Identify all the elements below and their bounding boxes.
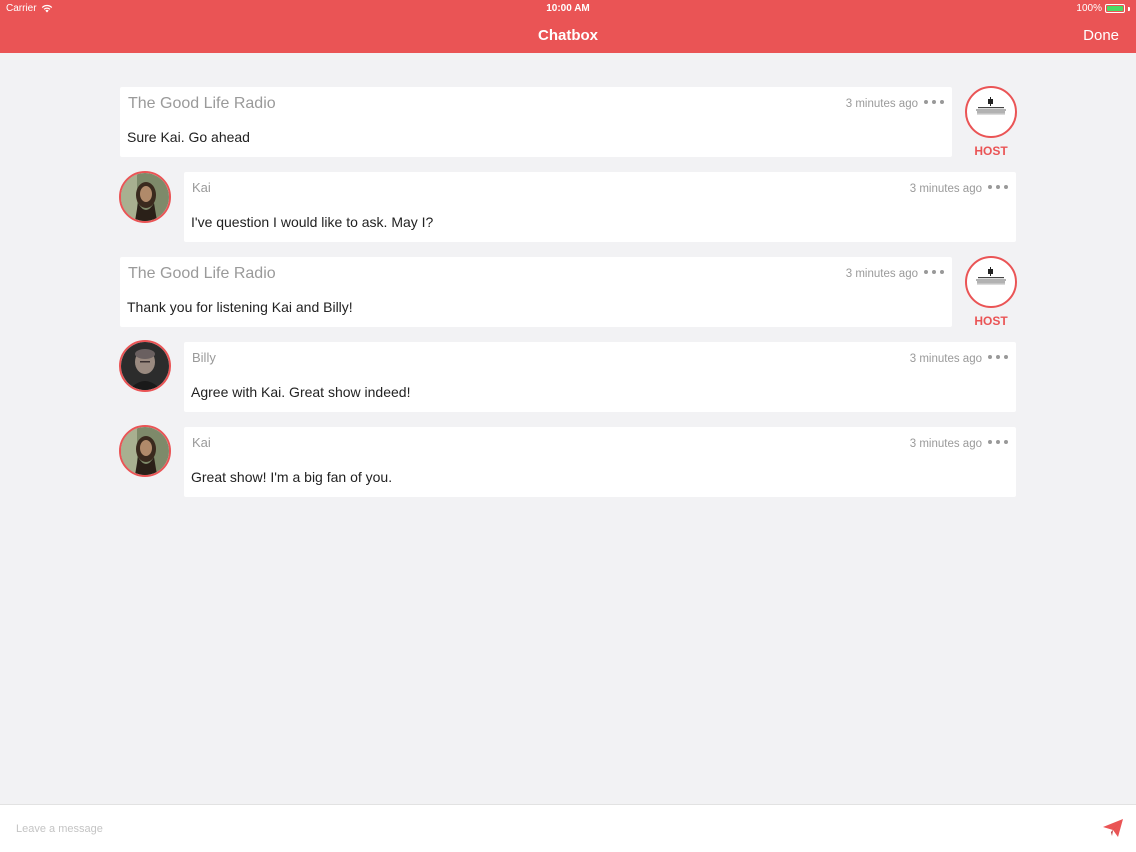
user-avatar[interactable] (119, 340, 171, 392)
message-text: Great show! I'm a big fan of you. (191, 469, 393, 485)
message-sender: The Good Life Radio (128, 265, 276, 282)
user-photo-billy (121, 342, 169, 390)
more-options-icon[interactable] (924, 265, 944, 279)
message-time: 3 minutes ago (845, 98, 918, 110)
message-sender: Kai (192, 180, 211, 195)
message-text: Sure Kai. Go ahead (127, 129, 250, 145)
battery-percent: 100% (1076, 3, 1102, 14)
user-photo-kai (121, 427, 169, 475)
host-badge: HOST (974, 314, 1008, 328)
battery-tip (1128, 6, 1130, 11)
radio-logo-icon (976, 267, 1006, 285)
battery-indicator: 100% (1076, 3, 1130, 14)
message-composer (0, 804, 1136, 852)
user-avatar[interactable] (119, 171, 171, 223)
message-bubble: Billy 3 minutes ago Agree with Kai. Grea… (184, 342, 1016, 412)
message-time: 3 minutes ago (845, 268, 918, 280)
message-input[interactable] (10, 815, 1080, 843)
page-title: Chatbox (538, 27, 598, 44)
message-text: Thank you for listening Kai and Billy! (127, 299, 353, 315)
message-sender: Kai (192, 435, 211, 450)
paper-plane-icon[interactable] (1101, 816, 1125, 840)
host-avatar[interactable] (965, 256, 1017, 308)
more-options-icon[interactable] (988, 435, 1008, 449)
user-avatar[interactable] (119, 425, 171, 477)
message-bubble: Kai 3 minutes ago I've question I would … (184, 172, 1016, 242)
more-options-icon[interactable] (988, 350, 1008, 364)
message-time: 3 minutes ago (909, 353, 982, 365)
message-sender: Billy (192, 350, 216, 365)
user-photo-kai (121, 173, 169, 221)
more-options-icon[interactable] (924, 95, 944, 109)
status-time: 10:00 AM (546, 3, 590, 14)
done-button[interactable]: Done (1083, 27, 1119, 44)
status-bar: Carrier 10:00 AM 100% (0, 0, 1136, 18)
top-bar: Carrier 10:00 AM 100% Chatbox Done (0, 0, 1136, 53)
more-options-icon[interactable] (988, 180, 1008, 194)
message-bubble: The Good Life Radio 3 minutes ago Sure K… (120, 87, 952, 157)
message-bubble: Kai 3 minutes ago Great show! I'm a big … (184, 427, 1016, 497)
host-avatar[interactable] (965, 86, 1017, 138)
message-time: 3 minutes ago (909, 438, 982, 450)
message-bubble: The Good Life Radio 3 minutes ago Thank … (120, 257, 952, 327)
message-text: Agree with Kai. Great show indeed! (191, 384, 411, 400)
battery-icon (1105, 4, 1125, 13)
battery-level-fill (1107, 6, 1123, 11)
message-time: 3 minutes ago (909, 183, 982, 195)
radio-logo-icon (976, 97, 1006, 115)
host-badge: HOST (974, 144, 1008, 158)
message-text: I've question I would like to ask. May I… (191, 214, 434, 230)
message-sender: The Good Life Radio (128, 95, 276, 112)
